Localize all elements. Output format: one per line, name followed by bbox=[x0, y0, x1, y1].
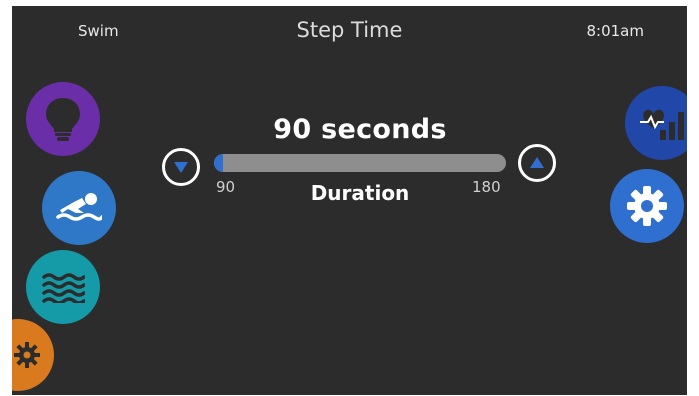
chevron-up-icon bbox=[530, 157, 544, 168]
gear-icon bbox=[14, 342, 40, 368]
lightbulb-icon bbox=[46, 98, 80, 141]
setting-label: Duration bbox=[310, 181, 410, 205]
light-button[interactable] bbox=[26, 82, 100, 156]
duration-slider[interactable] bbox=[214, 154, 506, 172]
slider-fill bbox=[214, 154, 223, 172]
clock: 8:01am bbox=[586, 22, 645, 40]
stats-button[interactable] bbox=[625, 86, 687, 160]
waves-button[interactable] bbox=[26, 250, 100, 324]
settings-button[interactable] bbox=[610, 169, 684, 243]
chevron-down-icon bbox=[174, 162, 188, 173]
device-screen: Swim Step Time 8:01am 90 seconds 90 180 … bbox=[12, 6, 687, 395]
heart-stats-icon bbox=[640, 109, 684, 140]
waves-icon bbox=[42, 273, 85, 303]
duration-value: 90 seconds bbox=[273, 114, 447, 145]
swim-button[interactable] bbox=[42, 171, 116, 245]
gear-icon bbox=[627, 186, 667, 226]
swimmer-icon bbox=[56, 193, 102, 221]
increase-button[interactable] bbox=[518, 144, 556, 182]
orange-settings-button[interactable] bbox=[12, 319, 54, 391]
decrease-button[interactable] bbox=[162, 148, 200, 186]
